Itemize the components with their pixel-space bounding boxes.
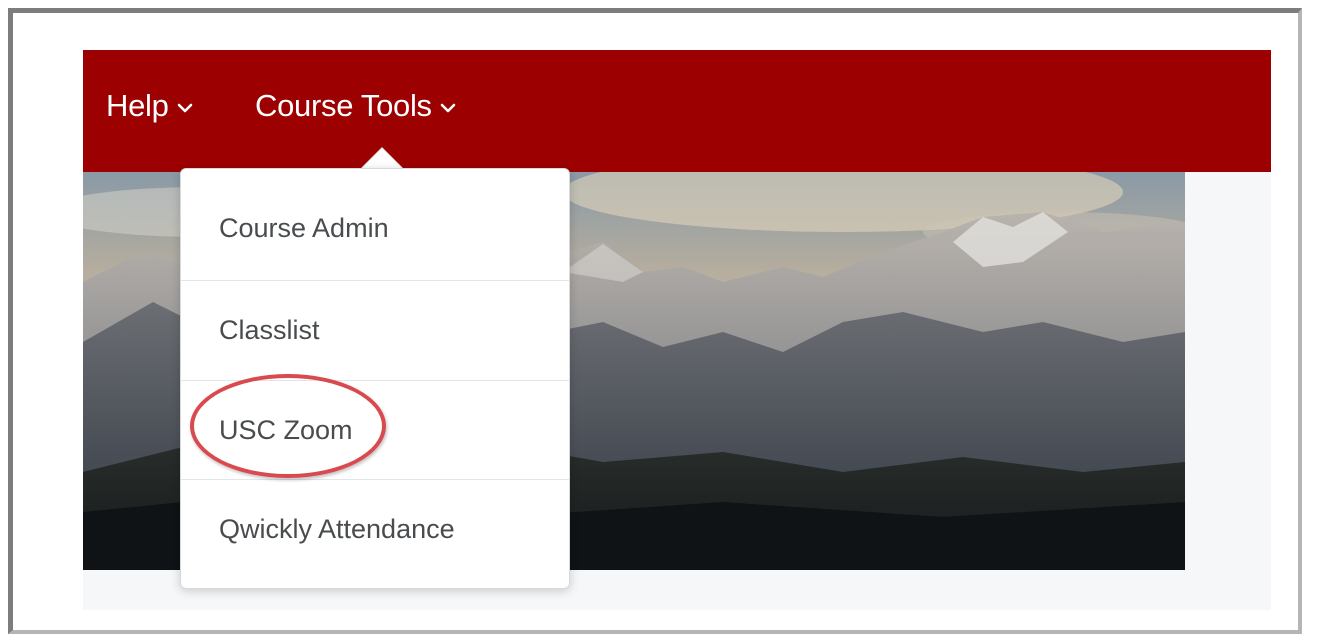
nav-help-label: Help (106, 88, 169, 123)
course-tools-dropdown: Course Admin Classlist USC Zoom Qwickly … (180, 168, 570, 589)
nav-help-menu[interactable]: Help (106, 88, 193, 124)
chevron-down-icon (177, 103, 192, 113)
nav-course-tools-label: Course Tools (255, 88, 432, 123)
menu-item-label: Classlist (219, 315, 320, 345)
menu-item-label: Qwickly Attendance (219, 514, 455, 544)
nav-course-tools-menu[interactable]: Course Tools (255, 88, 456, 124)
menu-item-label: USC Zoom (219, 415, 353, 445)
dropdown-pointer (360, 148, 404, 170)
menu-item-course-admin[interactable]: Course Admin (181, 179, 569, 278)
menu-item-classlist[interactable]: Classlist (181, 281, 569, 380)
menu-item-qwickly-attendance[interactable]: Qwickly Attendance (181, 480, 569, 579)
menu-item-label: Course Admin (219, 213, 389, 243)
chevron-down-icon (440, 103, 456, 113)
menu-item-usc-zoom[interactable]: USC Zoom (181, 381, 569, 480)
